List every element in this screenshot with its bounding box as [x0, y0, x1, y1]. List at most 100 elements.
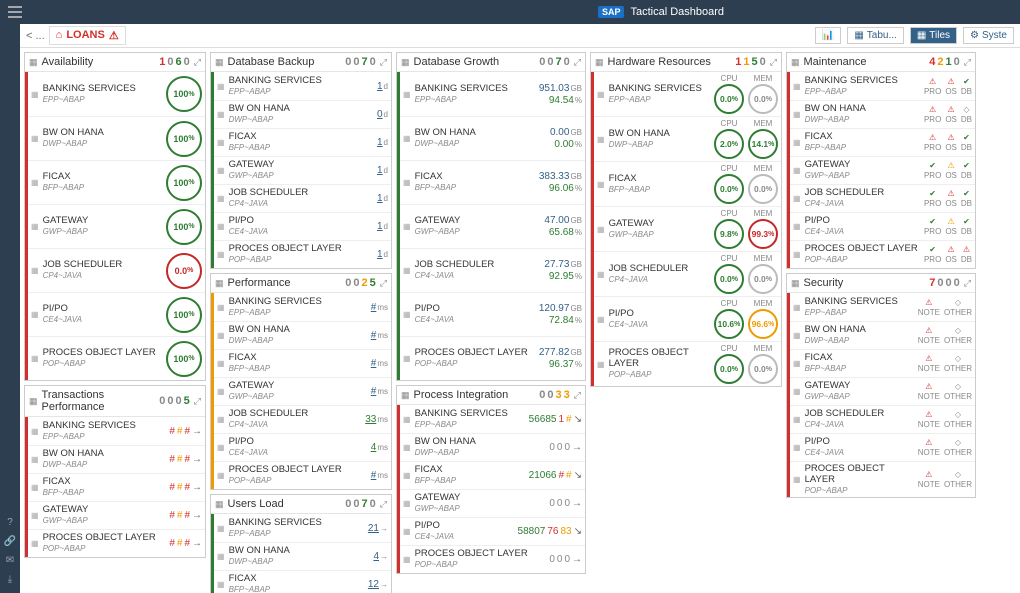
list-item[interactable]: ▦JOB SCHEDULERCP4~JAVA✔PRO⚠OS✔DB [790, 184, 975, 212]
list-item[interactable]: ▦GATEWAYGWP~ABAP✔PRO⚠OS✔DB [790, 156, 975, 184]
list-item[interactable]: ▦PI/POCE4~JAVA100% [28, 292, 205, 336]
list-item[interactable]: ▦FICAXBFP~ABAPCPU0.0%MEM0.0% [594, 161, 781, 206]
list-item[interactable]: ▦BW ON HANADWP~ABAP0.00GB0.00% [400, 116, 585, 160]
list-item[interactable]: ▦JOB SCHEDULERCP4~JAVA⚠NOTE◇OTHER [790, 405, 975, 433]
chart-icon-button[interactable]: 📊 [815, 27, 841, 44]
expand-icon[interactable]: ⤢ [380, 278, 387, 289]
list-item[interactable]: ▦FICAXBFP~ABAP###→ [28, 473, 205, 501]
list-item[interactable]: ▦PROCES OBJECT LAYERPOP~ABAP###→ [28, 529, 205, 557]
list-item[interactable]: ▦JOB SCHEDULERCP4~JAVA0.0% [28, 248, 205, 292]
row-icon: ▦ [793, 166, 801, 175]
list-item[interactable]: ▦PROCES OBJECT LAYERPOP~ABAP0 0 0→ [400, 545, 585, 573]
list-item[interactable]: ▦PI/POCE4~JAVA4ms [214, 433, 391, 461]
help-icon[interactable]: ? [7, 517, 13, 528]
hamburger-icon[interactable] [8, 6, 22, 18]
row-icon: ▦ [31, 354, 39, 363]
list-item[interactable]: ▦PROCES OBJECT LAYERPOP~ABAP1d [214, 240, 391, 268]
expand-icon[interactable]: ⤢ [194, 57, 201, 68]
row-label: BW ON HANADWP~ABAP [415, 437, 546, 457]
list-item[interactable]: ▦BW ON HANADWP~ABAP###→ [28, 445, 205, 473]
list-item[interactable]: ▦BW ON HANADWP~ABAP0 0 0→ [400, 433, 585, 461]
list-item[interactable]: ▦BW ON HANADWP~ABAP⚠NOTE◇OTHER [790, 321, 975, 349]
list-item[interactable]: ▦BW ON HANADWP~ABAPCPU2.0%MEM14.1% [594, 116, 781, 161]
list-item[interactable]: ▦BANKING SERVICESEPP~ABAP100% [28, 72, 205, 116]
count-digit: 0 [345, 56, 351, 68]
list-item[interactable]: ▦PROCES OBJECT LAYERPOP~ABAP✔PRO⚠OS⚠DB [790, 240, 975, 268]
mail-icon[interactable]: ✉ [6, 555, 14, 566]
list-item[interactable]: ▦BANKING SERVICESEPP~ABAP###→ [28, 417, 205, 445]
breadcrumb-back[interactable]: < ... [26, 30, 45, 42]
list-item[interactable]: ▦PROCES OBJECT LAYERPOP~ABAP#ms [214, 461, 391, 489]
list-item[interactable]: ▦FICAXBFP~ABAP21066 # #↘ [400, 461, 585, 489]
list-item[interactable]: ▦BW ON HANADWP~ABAP#ms [214, 321, 391, 349]
list-item[interactable]: ▦JOB SCHEDULERCP4~JAVACPU0.0%MEM0.0% [594, 251, 781, 296]
list-item[interactable]: ▦PI/POCE4~JAVACPU10.6%MEM96.6% [594, 296, 781, 341]
list-item[interactable]: ▦GATEWAYGWP~ABAP###→ [28, 501, 205, 529]
download-icon[interactable]: ⤓ [8, 574, 12, 585]
list-item[interactable]: ▦GATEWAYGWP~ABAP#ms [214, 377, 391, 405]
list-item[interactable]: ▦GATEWAYGWP~ABAP⚠NOTE◇OTHER [790, 377, 975, 405]
list-item[interactable]: ▦GATEWAYGWP~ABAP1d [214, 156, 391, 184]
list-item[interactable]: ▦GATEWAYGWP~ABAP100% [28, 204, 205, 248]
expand-icon[interactable]: ⤢ [770, 57, 777, 68]
list-item[interactable]: ▦BW ON HANADWP~ABAP⚠PRO⚠OS◇DB [790, 100, 975, 128]
list-item[interactable]: ▦BANKING SERVICESEPP~ABAP⚠PRO⚠OS✔DB [790, 72, 975, 100]
list-item[interactable]: ▦BANKING SERVICESEPP~ABAP#ms [214, 293, 391, 321]
list-item[interactable]: ▦GATEWAYGWP~ABAP0 0 0→ [400, 489, 585, 517]
sap-logo-icon: SAP [598, 6, 625, 18]
list-item[interactable]: ▦PROCES OBJECT LAYERPOP~ABAP277.82GB96.3… [400, 336, 585, 380]
list-item[interactable]: ▦PI/POCE4~JAVA✔PRO⚠OS✔DB [790, 212, 975, 240]
list-item[interactable]: ▦BANKING SERVICESEPP~ABAP56685 1 #↘ [400, 405, 585, 433]
panel-Database Growth: ▦ Database Growth 0070 ⤢ ▦BANKING SERVIC… [396, 52, 586, 381]
expand-icon[interactable]: ⤢ [194, 396, 201, 407]
row-icon: ▦ [217, 471, 225, 480]
tiles-button[interactable]: ▦ Tiles [910, 27, 957, 44]
row-icon: ▦ [597, 135, 605, 144]
list-item[interactable]: ▦GATEWAYGWP~ABAP47.00GB65.68% [400, 204, 585, 248]
list-item[interactable]: ▦GATEWAYGWP~ABAPCPU9.8%MEM99.3% [594, 206, 781, 251]
list-item[interactable]: ▦BANKING SERVICESEPP~ABAP21→ [214, 514, 391, 542]
link-icon[interactable]: 🔗 [4, 536, 16, 547]
list-item[interactable]: ▦FICAXBFP~ABAP⚠PRO⚠OS✔DB [790, 128, 975, 156]
list-item[interactable]: ▦FICAXBFP~ABAP100% [28, 160, 205, 204]
list-item[interactable]: ▦PI/POCE4~JAVA58807 76 83↘ [400, 517, 585, 545]
list-item[interactable]: ▦PI/POCE4~JAVA120.97GB72.84% [400, 292, 585, 336]
row-icon: ▦ [403, 354, 411, 363]
row-icon: ▦ [793, 359, 801, 368]
expand-icon[interactable]: ⤢ [964, 278, 971, 289]
row-metrics: 58807 76 83↘ [518, 526, 582, 537]
list-item[interactable]: ▦BW ON HANADWP~ABAP100% [28, 116, 205, 160]
row-metrics: 0 0 0→ [549, 442, 582, 453]
list-item[interactable]: ▦PROCES OBJECT LAYERPOP~ABAP⚠NOTE◇OTHER [790, 461, 975, 497]
list-item[interactable]: ▦BANKING SERVICESEPP~ABAP1d [214, 72, 391, 100]
breadcrumb-loans[interactable]: ⌂ LOANS ⚠ [49, 26, 126, 45]
list-item[interactable]: ▦BANKING SERVICESEPP~ABAP951.03GB94.54% [400, 72, 585, 116]
list-item[interactable]: ▦FICAXBFP~ABAP⚠NOTE◇OTHER [790, 349, 975, 377]
expand-icon[interactable]: ⤢ [380, 57, 387, 68]
list-item[interactable]: ▦FICAXBFP~ABAP1d [214, 128, 391, 156]
list-item[interactable]: ▦BW ON HANADWP~ABAP4→ [214, 542, 391, 570]
list-item[interactable]: ▦BW ON HANADWP~ABAP0d [214, 100, 391, 128]
system-button[interactable]: ⚙ Syste [963, 27, 1014, 44]
row-value: 0d [354, 109, 388, 120]
list-item[interactable]: ▦JOB SCHEDULERCP4~JAVA27.73GB92.95% [400, 248, 585, 292]
list-item[interactable]: ▦FICAXBFP~ABAP#ms [214, 349, 391, 377]
expand-icon[interactable]: ⤢ [574, 390, 581, 401]
mem-gauge: 0.0% [748, 84, 778, 114]
list-item[interactable]: ▦PROCES OBJECT LAYERPOP~ABAP100% [28, 336, 205, 380]
list-item[interactable]: ▦FICAXBFP~ABAP12→ [214, 570, 391, 593]
list-item[interactable]: ▦PI/POCE4~JAVA1d [214, 212, 391, 240]
expand-icon[interactable]: ⤢ [574, 57, 581, 68]
status-icons: ⚠NOTE◇OTHER [918, 382, 972, 401]
list-item[interactable]: ▦PROCES OBJECT LAYERPOP~ABAPCPU0.0%MEM0.… [594, 341, 781, 386]
list-item[interactable]: ▦JOB SCHEDULERCP4~JAVA1d [214, 184, 391, 212]
list-item[interactable]: ▦JOB SCHEDULERCP4~JAVA33ms [214, 405, 391, 433]
tabular-button[interactable]: ▦ Tabu... [847, 27, 903, 44]
expand-icon[interactable]: ⤢ [964, 57, 971, 68]
list-item[interactable]: ▦FICAXBFP~ABAP383.33GB96.06% [400, 160, 585, 204]
list-item[interactable]: ▦BANKING SERVICESEPP~ABAPCPU0.0%MEM0.0% [594, 72, 781, 116]
list-item[interactable]: ▦PI/POCE4~JAVA⚠NOTE◇OTHER [790, 433, 975, 461]
panel-title: Hardware Resources [608, 56, 732, 68]
expand-icon[interactable]: ⤢ [380, 499, 387, 510]
list-item[interactable]: ▦BANKING SERVICESEPP~ABAP⚠NOTE◇OTHER [790, 293, 975, 321]
